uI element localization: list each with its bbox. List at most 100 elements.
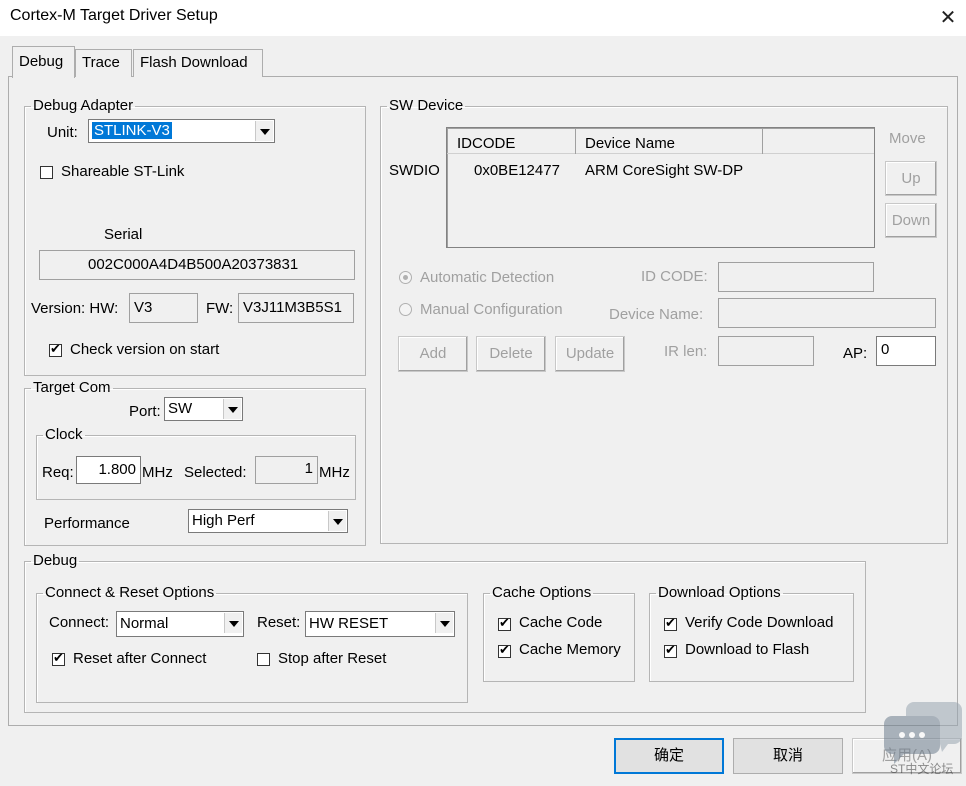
tab-flash-download[interactable]: Flash Download xyxy=(133,49,263,77)
device-name-input[interactable] xyxy=(718,298,936,328)
chevron-down-icon[interactable] xyxy=(223,399,241,419)
down-button[interactable]: Down xyxy=(885,203,937,238)
req-input[interactable]: 1.800 xyxy=(76,456,141,484)
id-code-label: ID CODE: xyxy=(641,268,708,285)
chevron-down-icon[interactable] xyxy=(328,511,346,531)
hw-version-field: V3 xyxy=(129,293,198,323)
reset-after-connect-label: Reset after Connect xyxy=(73,650,207,667)
stop-after-reset-checkbox[interactable] xyxy=(257,653,270,666)
column-idcode[interactable]: IDCODE xyxy=(457,135,515,152)
req-value: 1.800 xyxy=(98,461,136,478)
cache-options-group: Cache Options xyxy=(483,585,635,682)
unit-label: Unit: xyxy=(47,124,78,141)
fw-version-field: V3J11M3B5S1 xyxy=(238,293,354,323)
column-device-name[interactable]: Device Name xyxy=(585,135,675,152)
close-icon[interactable]: ✕ xyxy=(934,4,962,32)
stop-after-reset-label: Stop after Reset xyxy=(278,650,387,667)
reset-label: Reset: xyxy=(257,614,301,631)
debug-legend: Debug xyxy=(33,552,78,569)
connect-value: Normal xyxy=(120,615,169,632)
download-options-legend: Download Options xyxy=(658,584,781,601)
tab-debug[interactable]: Debug xyxy=(12,46,75,78)
sw-device-list[interactable]: IDCODE Device Name 0x0BE12477 ARM CoreSi… xyxy=(446,127,875,248)
manual-config-radio[interactable] xyxy=(399,303,412,316)
serial-value: 002C000A4D4B500A20373831 xyxy=(88,256,299,273)
fw-version-value: V3J11M3B5S1 xyxy=(243,299,342,316)
unit-value: STLINK-V3 xyxy=(92,122,172,139)
cache-memory-checkbox[interactable] xyxy=(498,643,511,659)
id-code-input[interactable] xyxy=(718,262,874,292)
port-select[interactable]: SW xyxy=(164,397,243,421)
row-device-name[interactable]: ARM CoreSight SW-DP xyxy=(585,162,743,179)
fw-label: FW: xyxy=(206,300,234,317)
ap-value: 0 xyxy=(881,341,890,358)
cancel-button[interactable]: 取消 xyxy=(733,738,843,774)
verify-download-checkbox[interactable] xyxy=(664,616,677,632)
download-to-flash-checkbox[interactable] xyxy=(664,643,677,659)
hw-version-value: V3 xyxy=(134,299,153,316)
chevron-down-icon[interactable] xyxy=(255,121,273,141)
cache-options-legend: Cache Options xyxy=(492,584,592,601)
version-hw-label: Version: HW: xyxy=(31,300,119,317)
auto-detect-label: Automatic Detection xyxy=(420,269,555,286)
shareable-checkbox[interactable] xyxy=(40,166,53,179)
unit-select[interactable]: STLINK-V3 xyxy=(88,119,275,143)
download-options-group: Download Options xyxy=(649,585,854,682)
auto-detect-radio[interactable] xyxy=(399,271,412,284)
connect-select[interactable]: Normal xyxy=(116,611,244,637)
serial-field: 002C000A4D4B500A20373831 xyxy=(39,250,355,280)
sw-device-legend: SW Device xyxy=(389,97,464,114)
req-label: Req: xyxy=(42,464,74,481)
connect-label: Connect: xyxy=(49,614,110,631)
add-button[interactable]: Add xyxy=(398,336,468,372)
selected-label: Selected: xyxy=(184,464,247,481)
connect-reset-legend: Connect & Reset Options xyxy=(45,584,215,601)
download-to-flash-label: Download to Flash xyxy=(685,641,810,658)
ap-label: AP: xyxy=(843,345,868,362)
selected-field: 1 xyxy=(255,456,318,484)
debug-adapter-legend: Debug Adapter xyxy=(33,97,134,114)
tab-trace[interactable]: Trace xyxy=(75,49,132,77)
chevron-down-icon[interactable] xyxy=(435,613,453,633)
row-idcode[interactable]: 0x0BE12477 xyxy=(474,162,560,179)
shareable-label: Shareable ST-Link xyxy=(61,163,185,180)
move-label: Move xyxy=(889,130,926,147)
performance-select[interactable]: High Perf xyxy=(188,509,348,533)
window-title: Cortex-M Target Driver Setup xyxy=(10,7,218,24)
cache-code-checkbox[interactable] xyxy=(498,616,511,632)
connect-reset-group: Connect & Reset Options xyxy=(36,585,468,703)
check-version-checkbox[interactable] xyxy=(49,342,62,358)
reset-after-connect-checkbox[interactable] xyxy=(52,651,65,667)
req-unit: MHz xyxy=(142,464,173,481)
ok-button[interactable]: 确定 xyxy=(614,738,724,774)
ap-input[interactable]: 0 xyxy=(876,336,936,366)
performance-label: Performance xyxy=(44,515,130,532)
column-separator xyxy=(762,128,763,154)
performance-value: High Perf xyxy=(192,512,255,529)
device-name-label: Device Name: xyxy=(609,306,704,323)
cache-memory-label: Cache Memory xyxy=(519,641,621,658)
chevron-down-icon[interactable] xyxy=(224,613,242,633)
watermark-text: ST中文论坛 xyxy=(890,762,954,776)
serial-label: Serial xyxy=(104,226,143,243)
cache-code-label: Cache Code xyxy=(519,614,603,631)
up-button[interactable]: Up xyxy=(885,161,937,196)
ir-len-label: IR len: xyxy=(664,343,708,360)
reset-value: HW RESET xyxy=(309,615,389,632)
reset-select[interactable]: HW RESET xyxy=(305,611,455,637)
ir-len-input[interactable] xyxy=(718,336,814,366)
clock-legend: Clock xyxy=(45,426,83,443)
column-separator xyxy=(575,128,576,154)
manual-config-label: Manual Configuration xyxy=(420,301,563,318)
port-value: SW xyxy=(168,400,193,417)
verify-download-label: Verify Code Download xyxy=(685,614,834,631)
update-button[interactable]: Update xyxy=(555,336,625,372)
port-label: Port: xyxy=(129,403,161,420)
selected-value: 1 xyxy=(304,460,313,477)
swdio-label: SWDIO xyxy=(389,162,440,179)
selected-unit: MHz xyxy=(319,464,350,481)
forum-watermark: ST中文论坛 xyxy=(878,698,964,782)
check-version-label: Check version on start xyxy=(70,341,220,358)
target-com-legend: Target Com xyxy=(33,379,111,396)
delete-button[interactable]: Delete xyxy=(476,336,546,372)
